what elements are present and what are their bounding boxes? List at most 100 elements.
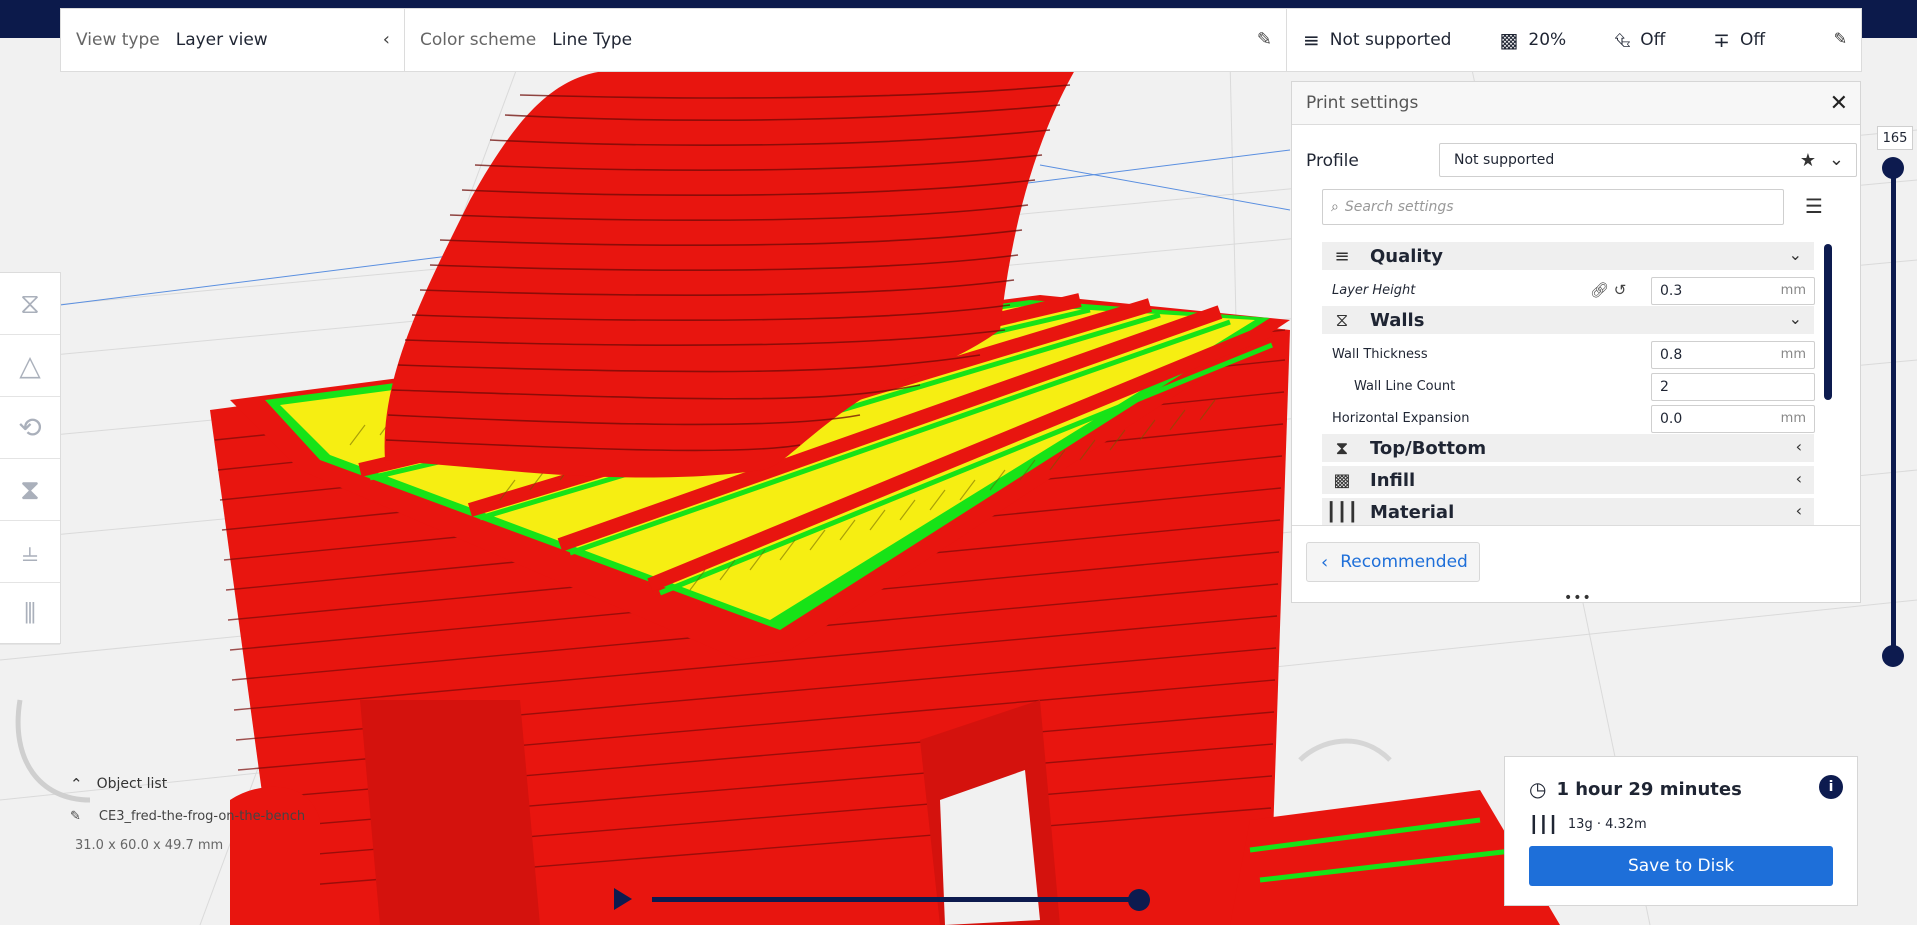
object-list-title: Object list bbox=[96, 776, 168, 792]
link-icon[interactable]: 🔗︎ ↺ bbox=[1590, 281, 1626, 299]
adhesion-summary: ∓ Off bbox=[1713, 28, 1765, 52]
chevron-down-icon: ⌄ bbox=[1788, 245, 1802, 264]
setting-label: Horizontal Expansion bbox=[1332, 410, 1470, 426]
settings-scrollbar[interactable] bbox=[1824, 244, 1832, 400]
material-icon: ┃┃┃ bbox=[1325, 501, 1359, 523]
layer-height-field[interactable]: 0.3 mm bbox=[1651, 277, 1815, 305]
pencil-icon: ✎ bbox=[1833, 29, 1847, 48]
category-label: Walls bbox=[1370, 309, 1425, 331]
support-blocker-icon[interactable]: ⫴ bbox=[0, 583, 60, 645]
chevron-down-icon: ⌄ bbox=[1828, 149, 1844, 170]
path-slider-track[interactable] bbox=[652, 897, 1140, 902]
material-icon: ┃┃┃ bbox=[1529, 815, 1558, 834]
infill-summary-text: 20% bbox=[1528, 30, 1567, 50]
mirror-tool-icon[interactable]: ⧗ bbox=[0, 459, 60, 521]
color-scheme-value: Line Type bbox=[552, 30, 633, 50]
profile-summary-text: Not supported bbox=[1329, 30, 1452, 50]
layer-slider-track[interactable] bbox=[1891, 166, 1896, 656]
path-slider-handle[interactable] bbox=[1128, 889, 1150, 911]
move-tool-icon[interactable]: ⧖ bbox=[0, 273, 60, 335]
field-value: 2 bbox=[1660, 379, 1669, 395]
material-estimate: ┃┃┃ 13g · 4.32m bbox=[1529, 815, 1647, 834]
category-top-bottom[interactable]: ⧗ Top/Bottom ‹ bbox=[1322, 434, 1814, 462]
profile-select[interactable]: Not supported ★ ⌄ bbox=[1439, 143, 1857, 177]
color-scheme-label: Color scheme bbox=[420, 30, 537, 50]
field-value: 0.0 bbox=[1660, 411, 1683, 427]
object-list-toggle[interactable]: ⌃ Object list bbox=[70, 775, 370, 793]
profile-select-value: Not supported bbox=[1454, 152, 1555, 168]
category-walls[interactable]: ⧖ Walls ⌄ bbox=[1322, 306, 1814, 334]
category-quality[interactable]: ≡ Quality ⌄ bbox=[1322, 242, 1814, 270]
view-type-label: View type bbox=[76, 30, 160, 50]
field-value: 0.8 bbox=[1660, 347, 1683, 363]
print-time-text: 1 hour 29 minutes bbox=[1556, 778, 1742, 800]
chevron-left-icon: ‹ bbox=[1795, 469, 1802, 488]
infill-icon: ▩ bbox=[1499, 28, 1519, 52]
setting-label: Layer Height bbox=[1332, 282, 1416, 298]
category-infill[interactable]: ▩ Infill ‹ bbox=[1322, 466, 1814, 494]
top-bottom-icon: ⧗ bbox=[1335, 437, 1349, 459]
recommended-label: Recommended bbox=[1340, 552, 1468, 572]
clock-icon: ◷ bbox=[1529, 777, 1547, 801]
material-estimate-text: 13g · 4.32m bbox=[1567, 817, 1647, 832]
search-placeholder: Search settings bbox=[1344, 199, 1454, 215]
support-summary: ⮴ Off bbox=[1614, 28, 1665, 52]
wall-line-count-field[interactable]: 2 bbox=[1651, 373, 1815, 401]
profile-row: Profile Not supported ★ ⌄ bbox=[1306, 143, 1857, 179]
field-value: 0.3 bbox=[1660, 283, 1683, 299]
print-setup-selector[interactable]: ≡ Not supported ▩ 20% ⮴ Off ∓ Off ✎ bbox=[1287, 9, 1861, 71]
resize-handle-icon[interactable]: ••• bbox=[1564, 590, 1592, 606]
object-name-row[interactable]: ✎ CE3_fred-the-frog-on-the-bench bbox=[70, 809, 370, 824]
layer-number-badge[interactable]: 165 bbox=[1877, 126, 1913, 150]
layer-slider-top-handle[interactable] bbox=[1882, 157, 1904, 179]
setting-wall-thickness: Wall Thickness 0.8 mm bbox=[1322, 338, 1815, 370]
adhesion-summary-text: Off bbox=[1740, 30, 1766, 50]
search-icon: ⌕ bbox=[1331, 199, 1339, 215]
infill-summary: ▩ 20% bbox=[1499, 28, 1566, 52]
setting-wall-line-count: Wall Line Count 2 bbox=[1322, 370, 1815, 402]
horizontal-expansion-field[interactable]: 0.0 mm bbox=[1651, 405, 1815, 433]
rotate-tool-icon[interactable]: ⟲ bbox=[0, 397, 60, 459]
profile-label: Profile bbox=[1306, 151, 1359, 171]
header-bar: View type Layer view ‹ Color scheme Line… bbox=[60, 8, 1862, 72]
view-type-selector[interactable]: View type Layer view ‹ bbox=[61, 9, 405, 71]
save-to-disk-button[interactable]: Save to Disk bbox=[1529, 846, 1833, 886]
print-time: ◷ 1 hour 29 minutes bbox=[1529, 777, 1742, 801]
quality-icon: ≡ bbox=[1334, 245, 1350, 267]
chevron-up-icon: ⌃ bbox=[70, 775, 83, 793]
setting-layer-height: Layer Height 🔗︎ ↺ 0.3 mm bbox=[1322, 274, 1815, 306]
recommended-button[interactable]: ‹ Recommended bbox=[1306, 542, 1480, 582]
print-settings-panel: Print settings ✕ Profile Not supported ★… bbox=[1291, 81, 1861, 606]
left-toolbar: ⧖ △ ⟲ ⧗ ⫨ ⫴ bbox=[0, 272, 61, 645]
color-scheme-selector[interactable]: Color scheme Line Type ✎ bbox=[405, 9, 1287, 71]
quality-icon: ≡ bbox=[1303, 28, 1320, 52]
field-unit: mm bbox=[1780, 283, 1806, 298]
scale-tool-icon[interactable]: △ bbox=[0, 335, 60, 397]
field-unit: mm bbox=[1780, 347, 1806, 362]
support-icon: ⮴ bbox=[1614, 28, 1631, 52]
chevron-down-icon: ⌄ bbox=[1788, 309, 1802, 328]
pencil-icon: ✎ bbox=[70, 809, 81, 824]
category-material[interactable]: ┃┃┃ Material ‹ bbox=[1322, 498, 1814, 526]
star-icon[interactable]: ★ bbox=[1800, 150, 1816, 171]
category-label: Quality bbox=[1370, 245, 1443, 267]
view-type-value: Layer view bbox=[175, 30, 268, 50]
chevron-left-icon: ‹ bbox=[1795, 501, 1802, 520]
setting-label: Wall Thickness bbox=[1332, 346, 1428, 362]
category-label: Top/Bottom bbox=[1370, 437, 1487, 459]
object-dimensions: 31.0 x 60.0 x 49.7 mm bbox=[75, 838, 224, 853]
print-estimate-panel: ◷ 1 hour 29 minutes i ┃┃┃ 13g · 4.32m Sa… bbox=[1504, 756, 1858, 906]
pencil-icon: ✎ bbox=[1256, 29, 1272, 50]
field-unit: mm bbox=[1780, 411, 1806, 426]
layer-slider-bottom-handle[interactable] bbox=[1882, 645, 1904, 667]
wall-thickness-field[interactable]: 0.8 mm bbox=[1651, 341, 1815, 369]
info-icon[interactable]: i bbox=[1819, 775, 1843, 799]
per-model-settings-icon[interactable]: ⫨ bbox=[0, 521, 60, 583]
support-summary-text: Off bbox=[1640, 30, 1666, 50]
close-icon[interactable]: ✕ bbox=[1830, 91, 1848, 116]
search-settings-input[interactable]: ⌕ Search settings bbox=[1322, 189, 1784, 225]
play-icon[interactable] bbox=[614, 888, 632, 910]
panel-title: Print settings bbox=[1292, 82, 1860, 125]
walls-icon: ⧖ bbox=[1335, 309, 1349, 331]
menu-icon[interactable]: ☰ bbox=[1805, 194, 1823, 218]
